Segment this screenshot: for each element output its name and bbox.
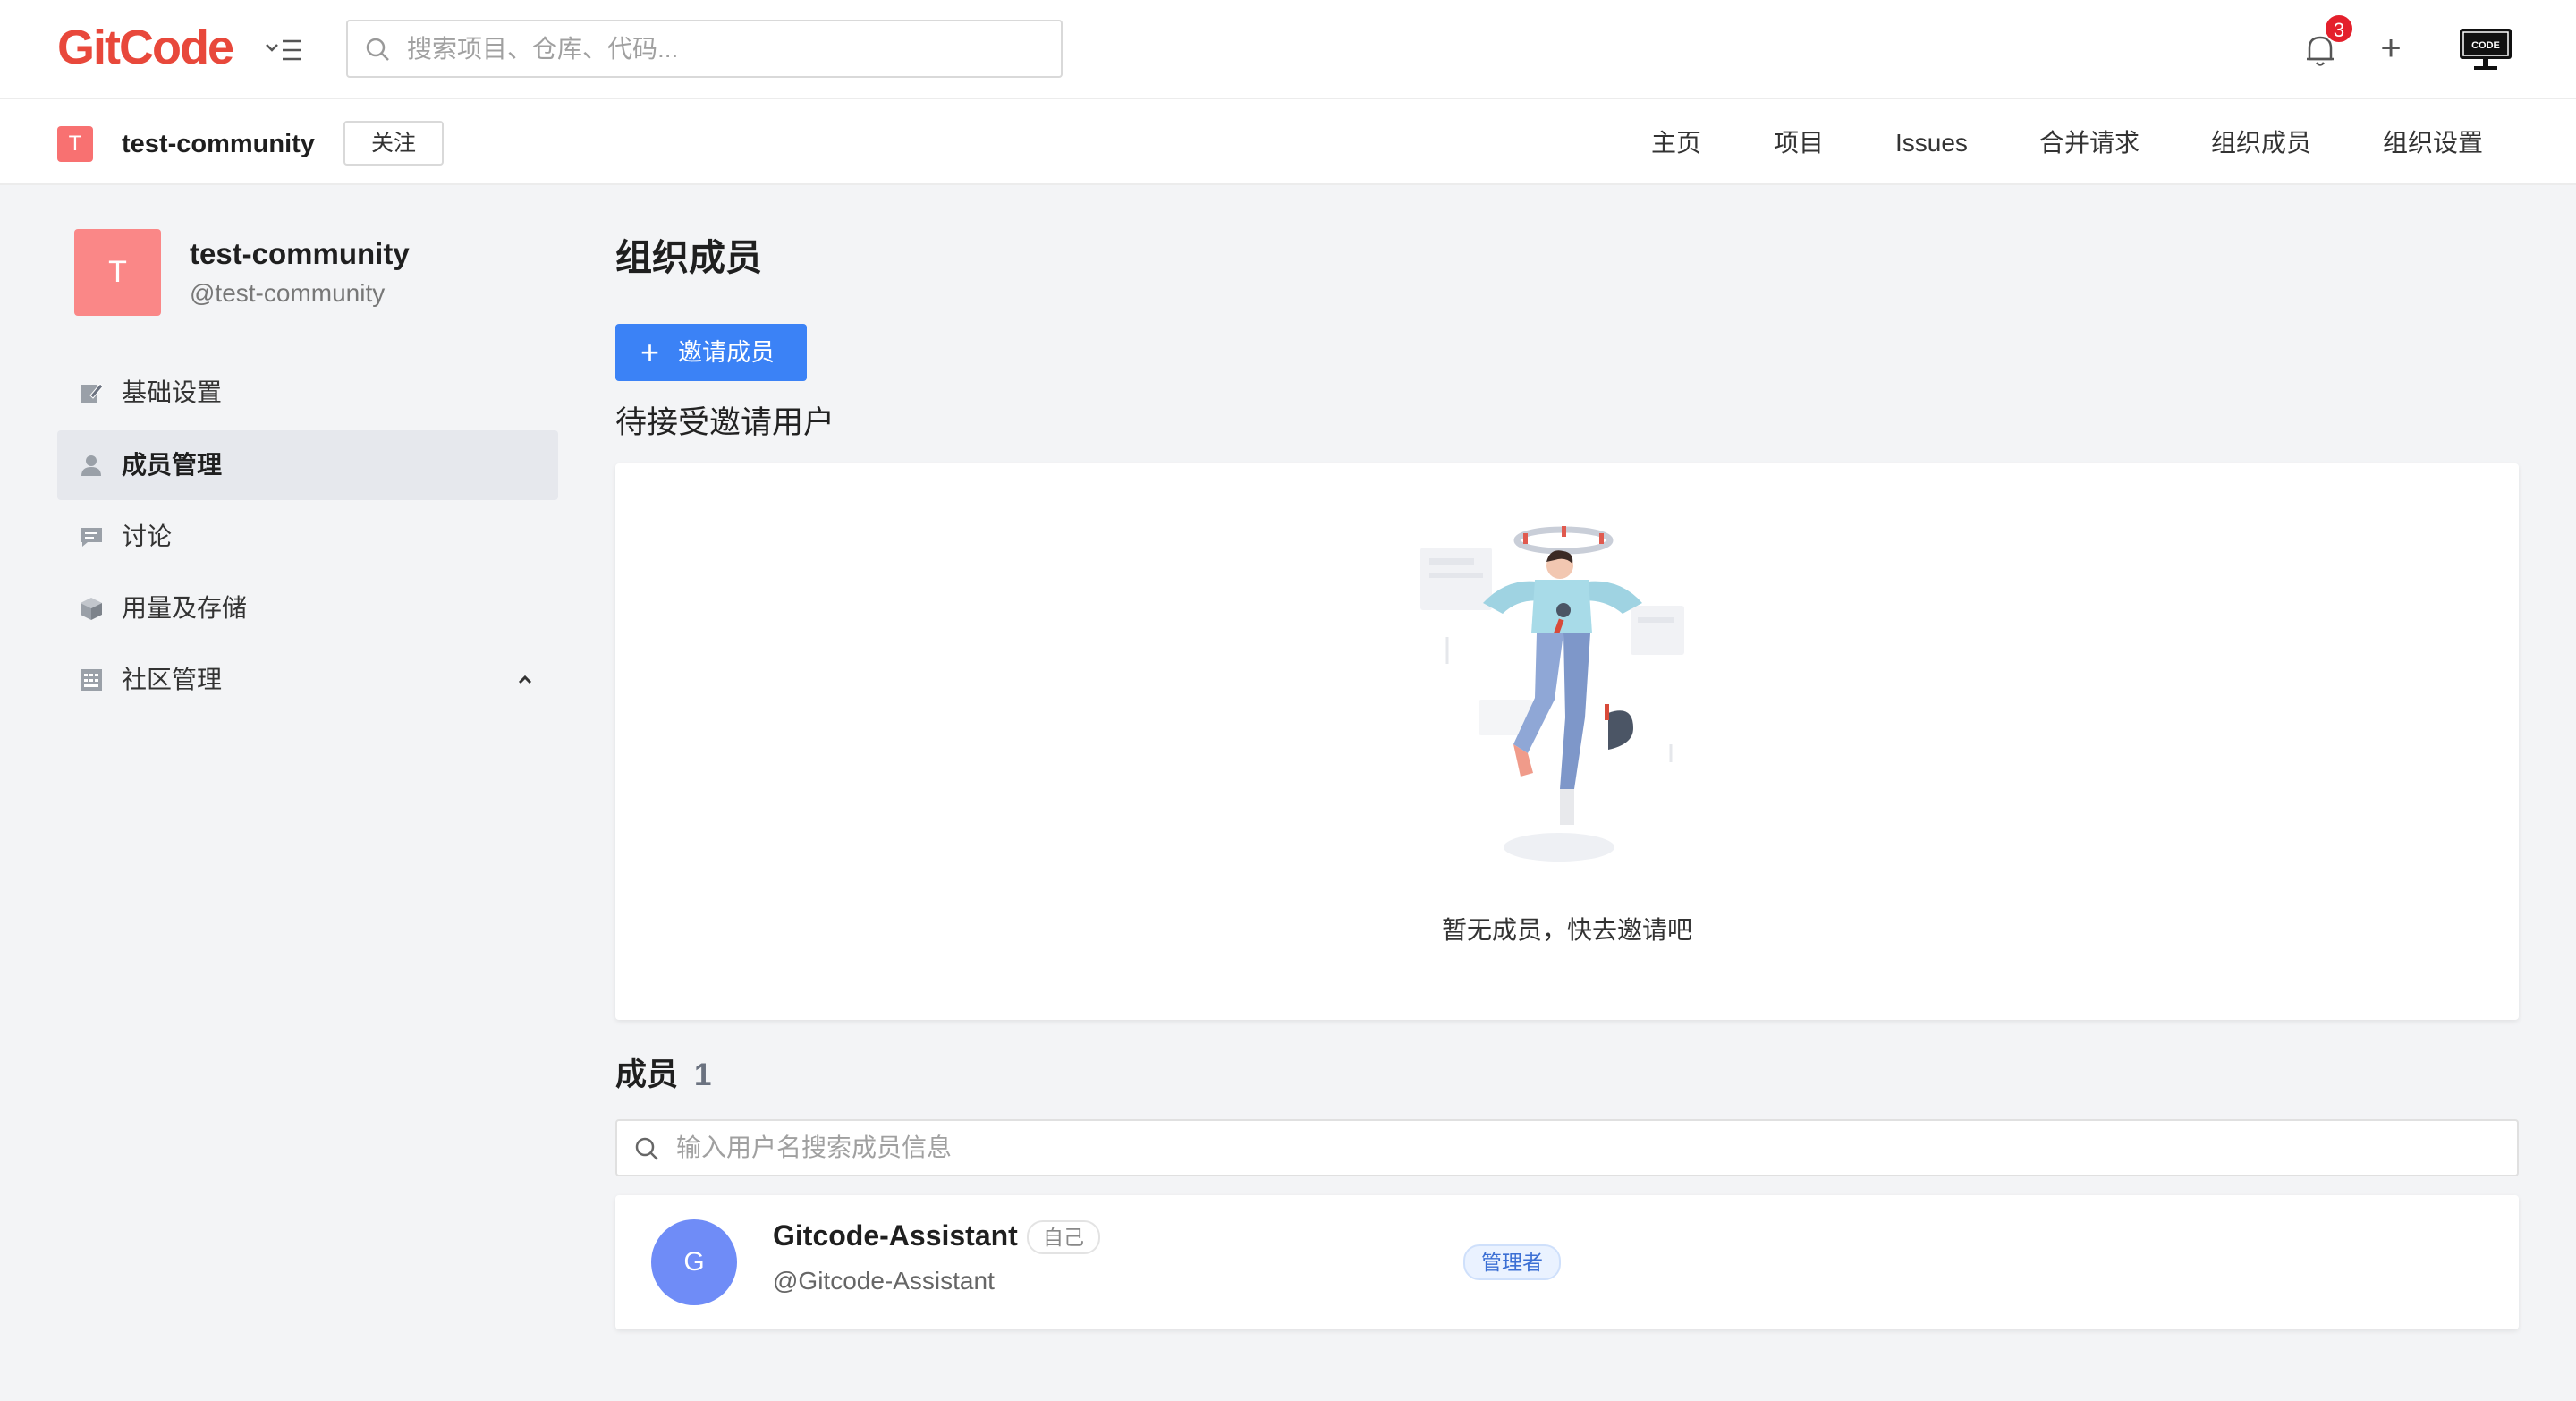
member-avatar[interactable]: G <box>651 1219 737 1305</box>
sidebar-item-member-management[interactable]: 成员管理 <box>57 430 558 500</box>
nav-issues[interactable]: Issues <box>1895 121 1968 166</box>
search-icon <box>633 1135 660 1167</box>
sidebar-item-discussion[interactable]: 讨论 <box>57 502 558 572</box>
invite-member-button[interactable]: + 邀请成员 <box>615 324 807 381</box>
org-avatar-large: T <box>74 229 161 316</box>
sidebar-item-label: 成员管理 <box>122 451 223 479</box>
search-icon <box>364 36 391 67</box>
plus-icon: + <box>640 334 660 370</box>
self-tag: 自己 <box>1027 1220 1100 1254</box>
member-row: G Gitcode-Assistant 自己 @Gitcode-Assistan… <box>615 1195 2519 1329</box>
org-name[interactable]: test-community <box>122 126 315 162</box>
empty-state-illustration <box>1420 521 1698 870</box>
member-handle: @Gitcode-Assistant <box>773 1267 995 1295</box>
top-header: GitCode 搜索项目、仓库、代码... 3 + CODE <box>0 0 2576 99</box>
grid-icon <box>79 667 104 692</box>
member-role-badge: 管理者 <box>1463 1244 1561 1280</box>
chat-icon <box>79 524 104 549</box>
members-title-label: 成员 <box>615 1057 679 1092</box>
global-search-input[interactable]: 搜索项目、仓库、代码... <box>346 20 1063 78</box>
org-avatar-small[interactable]: T <box>57 126 93 162</box>
org-bar: T test-community 关注 主页 项目 Issues 合并请求 组织… <box>0 99 2576 185</box>
sidebar-item-label: 社区管理 <box>122 666 223 693</box>
page-title: 组织成员 <box>615 237 762 278</box>
member-search-placeholder: 输入用户名搜索成员信息 <box>676 1134 953 1161</box>
nav-org-settings[interactable]: 组织设置 <box>2383 121 2483 166</box>
members-title: 成员 1 <box>615 1052 711 1099</box>
nav-merge-requests[interactable]: 合并请求 <box>2039 121 2140 166</box>
invite-member-label: 邀请成员 <box>678 339 775 366</box>
search-placeholder: 搜索项目、仓库、代码... <box>407 35 679 63</box>
sidebar-item-label: 讨论 <box>122 522 173 550</box>
member-search-input[interactable]: 输入用户名搜索成员信息 <box>615 1119 2519 1176</box>
gitcode-logo[interactable]: GitCode <box>57 16 234 79</box>
code-icon-text: CODE <box>2471 40 2500 51</box>
pending-invites-card: 暂无成员，快去邀请吧 <box>615 463 2519 1020</box>
members-count: 1 <box>694 1057 712 1092</box>
nav-projects[interactable]: 项目 <box>1774 121 1824 166</box>
sidebar-org-handle: @test-community <box>190 279 386 307</box>
follow-button[interactable]: 关注 <box>343 121 444 166</box>
box-icon <box>79 596 104 621</box>
edit-icon <box>79 380 104 405</box>
sidebar-item-label: 基础设置 <box>122 378 223 406</box>
sidebar-item-label: 用量及存储 <box>122 594 248 622</box>
code-monitor-icon[interactable]: CODE <box>2458 27 2513 72</box>
member-name[interactable]: Gitcode-Assistant <box>773 1215 1018 1256</box>
sidebar-item-basic-settings[interactable]: 基础设置 <box>57 358 558 428</box>
chevron-up-icon[interactable] <box>513 668 537 692</box>
empty-state-text: 暂无成员，快去邀请吧 <box>1441 916 1692 944</box>
sidebar-org-title: test-community <box>190 237 410 270</box>
menu-toggle-icon[interactable] <box>265 32 302 68</box>
nav-org-members[interactable]: 组织成员 <box>2211 121 2311 166</box>
sidebar-item-usage-storage[interactable]: 用量及存储 <box>57 573 558 643</box>
notification-count-badge: 3 <box>2324 13 2354 44</box>
nav-home[interactable]: 主页 <box>1651 121 1701 166</box>
user-icon <box>79 453 104 478</box>
pending-invites-title: 待接受邀请用户 <box>615 405 835 440</box>
create-plus-icon[interactable]: + <box>2376 29 2406 68</box>
sidebar-item-community-management[interactable]: 社区管理 <box>57 645 558 715</box>
